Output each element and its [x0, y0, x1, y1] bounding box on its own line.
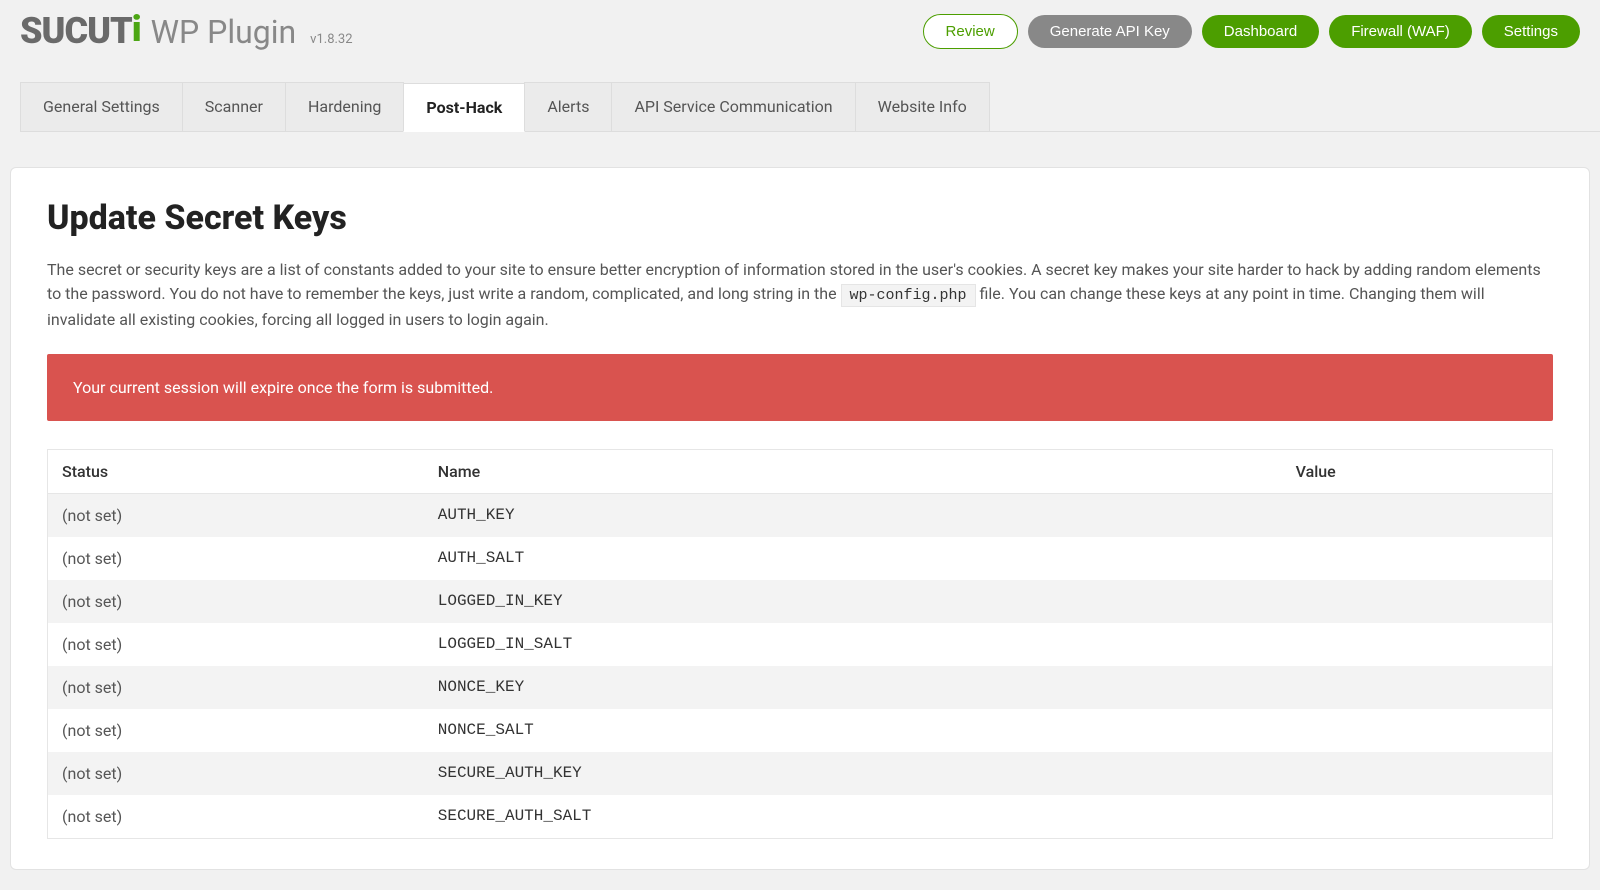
- status-cell: (not set): [48, 752, 424, 795]
- tab-general-settings[interactable]: General Settings: [20, 82, 183, 131]
- name-cell: LOGGED_IN_KEY: [424, 580, 1282, 623]
- name-cell: SECURE_AUTH_SALT: [424, 795, 1282, 839]
- status-cell: (not set): [48, 580, 424, 623]
- name-cell: NONCE_SALT: [424, 709, 1282, 752]
- table-row: (not set)NONCE_SALT: [48, 709, 1553, 752]
- firewall-button[interactable]: Firewall (WAF): [1329, 15, 1472, 48]
- generate-api-key-button[interactable]: Generate API Key: [1028, 15, 1192, 48]
- review-button[interactable]: Review: [923, 14, 1018, 49]
- value-cell: [1282, 795, 1553, 839]
- logo-area: SUCUTi WP Plugin v1.8.32: [20, 10, 353, 52]
- value-cell: [1282, 623, 1553, 666]
- config-file-code: wp-config.php: [841, 284, 976, 307]
- value-cell: [1282, 752, 1553, 795]
- table-row: (not set)LOGGED_IN_KEY: [48, 580, 1553, 623]
- table-row: (not set)SECURE_AUTH_SALT: [48, 795, 1553, 839]
- dashboard-button[interactable]: Dashboard: [1202, 15, 1319, 48]
- status-cell: (not set): [48, 795, 424, 839]
- col-header-status: Status: [48, 449, 424, 493]
- value-cell: [1282, 580, 1553, 623]
- table-row: (not set)AUTH_KEY: [48, 493, 1553, 537]
- name-cell: LOGGED_IN_SALT: [424, 623, 1282, 666]
- table-row: (not set)SECURE_AUTH_KEY: [48, 752, 1553, 795]
- table-row: (not set)LOGGED_IN_SALT: [48, 623, 1553, 666]
- description-text: The secret or security keys are a list o…: [47, 258, 1553, 332]
- col-header-name: Name: [424, 449, 1282, 493]
- value-cell: [1282, 709, 1553, 752]
- session-expire-alert: Your current session will expire once th…: [47, 354, 1553, 421]
- tab-post-hack[interactable]: Post-Hack: [403, 83, 525, 132]
- plugin-version: v1.8.32: [310, 32, 352, 47]
- status-cell: (not set): [48, 537, 424, 580]
- status-cell: (not set): [48, 493, 424, 537]
- status-cell: (not set): [48, 666, 424, 709]
- brand-logo: SUCUTi: [20, 10, 141, 52]
- tab-hardening[interactable]: Hardening: [285, 82, 404, 131]
- name-cell: NONCE_KEY: [424, 666, 1282, 709]
- secret-keys-table: Status Name Value (not set)AUTH_KEY(not …: [47, 449, 1553, 839]
- header-bar: SUCUTi WP Plugin v1.8.32 Review Generate…: [0, 0, 1600, 62]
- name-cell: AUTH_SALT: [424, 537, 1282, 580]
- status-cell: (not set): [48, 709, 424, 752]
- name-cell: AUTH_KEY: [424, 493, 1282, 537]
- tab-website-info[interactable]: Website Info: [855, 82, 990, 131]
- value-cell: [1282, 666, 1553, 709]
- col-header-value: Value: [1282, 449, 1553, 493]
- status-cell: (not set): [48, 623, 424, 666]
- header-buttons: Review Generate API Key Dashboard Firewa…: [923, 14, 1580, 49]
- table-row: (not set)NONCE_KEY: [48, 666, 1553, 709]
- plugin-title: WP Plugin: [151, 13, 297, 51]
- table-row: (not set)AUTH_SALT: [48, 537, 1553, 580]
- value-cell: [1282, 493, 1553, 537]
- name-cell: SECURE_AUTH_KEY: [424, 752, 1282, 795]
- tab-alerts[interactable]: Alerts: [524, 82, 612, 131]
- page-title: Update Secret Keys: [47, 198, 1553, 238]
- tabs-bar: General Settings Scanner Hardening Post-…: [20, 82, 1600, 132]
- main-panel: Update Secret Keys The secret or securit…: [10, 167, 1590, 870]
- settings-button[interactable]: Settings: [1482, 15, 1580, 48]
- tab-scanner[interactable]: Scanner: [182, 82, 286, 131]
- value-cell: [1282, 537, 1553, 580]
- tab-api-service[interactable]: API Service Communication: [611, 82, 855, 131]
